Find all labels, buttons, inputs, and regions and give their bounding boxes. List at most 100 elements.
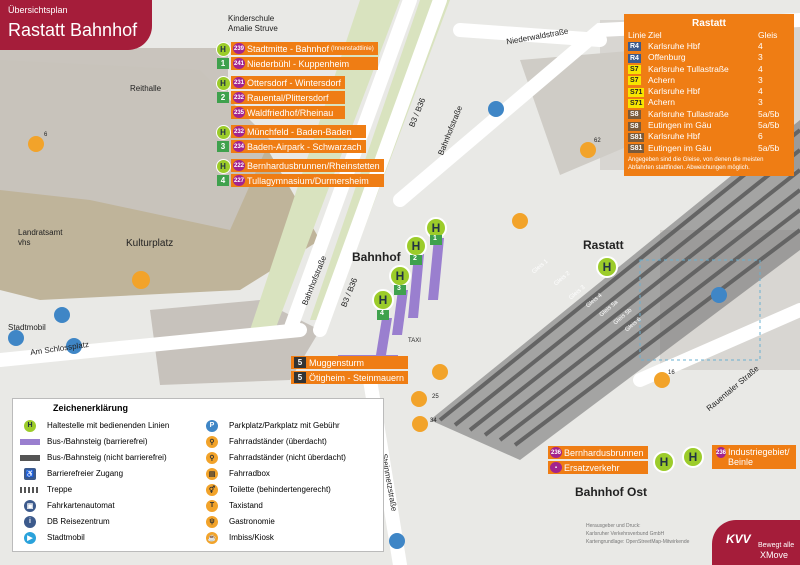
bike-covered-icon: ⚲: [206, 435, 218, 448]
route-line[interactable]: 227 Tullagymnasium/Durmersheim: [231, 174, 384, 187]
map-label-amalie: Amalie Struve: [228, 24, 278, 33]
stop-number: 2: [217, 92, 229, 103]
map-label-landratsamt: Landratsamt: [18, 228, 63, 237]
route-line[interactable]: 5 Ötigheim - Steinmauern: [291, 371, 409, 384]
departure-row: S81 Karlsruhe Hbf 6: [628, 131, 790, 142]
bus-number: 232: [233, 92, 245, 103]
route-text: Muggensturm: [309, 357, 365, 368]
line-badge: R4: [628, 53, 641, 63]
departure-row: S7 Karlsruhe Tullastraße 4: [628, 63, 790, 75]
map-label-reithalle: Reithalle: [130, 84, 162, 93]
travel-center-icon: i: [24, 515, 36, 528]
route-line[interactable]: ▪ Ersatzverkehr: [548, 461, 648, 474]
track: 6: [758, 131, 763, 142]
route-line[interactable]: 239 Stadtmitte - Bahnhof (Innenstadtlinie): [231, 42, 378, 55]
route-line[interactable]: 231 Ottersdorf - Wintersdorf: [231, 76, 346, 89]
route-line[interactable]: 234 Baden-Airpark - Schwarzach: [231, 140, 366, 153]
destination: Karlsruhe Hbf: [648, 40, 700, 51]
map-label-kulturplatz: Kulturplatz: [126, 238, 174, 249]
legend-label: Gastronomie: [229, 517, 275, 526]
xmove-label: XMove: [760, 550, 789, 560]
ticket-machine-icon: ▣: [24, 499, 36, 512]
bike-count-6: 6: [44, 132, 48, 138]
bus-number: 227: [233, 175, 245, 186]
legend-item: ⚲ Fahrradständer (nicht überdacht): [201, 451, 346, 464]
route-line[interactable]: 232 Münchfeld - Baden-Baden: [231, 125, 366, 138]
destination: Karlsruhe Hbf: [648, 131, 700, 142]
destination: Offenburg: [648, 52, 686, 63]
route-text: Münchfeld - Baden-Baden: [247, 126, 352, 137]
line-badge: S81: [628, 144, 645, 154]
kiosk-icon: ☕: [206, 531, 218, 544]
bus-number: 239: [233, 43, 245, 54]
departure-row: S8 Karlsruhe Tullastraße 5a/5b: [628, 108, 790, 120]
departure-row: S71 Karlsruhe Hbf 4: [628, 85, 790, 97]
destination: Karlsruhe Tullastraße: [648, 63, 729, 74]
route-text: Ersatzverkehr: [564, 462, 620, 473]
bus-number: 241: [233, 58, 245, 69]
route-note: (Innenstadtlinie): [331, 45, 374, 52]
legend-item: ⚲ Fahrradständer (überdacht): [201, 435, 327, 448]
svg-text:H: H: [689, 450, 698, 464]
route-line[interactable]: 232 Rauental/Plittersdorf: [231, 91, 346, 104]
credit-line-3: Kartengrundlage: OpenStreetMap-Mitwirken…: [586, 539, 690, 545]
route-line[interactable]: 5 Muggensturm: [291, 356, 409, 369]
ost-route-right[interactable]: 236 Industriegebiet/ Beinle: [712, 445, 796, 469]
route-line[interactable]: 235 Waldfriedhof/Rheinau: [231, 106, 346, 119]
map-label-vhs: vhs: [18, 238, 31, 247]
legend-label: Fahrkartenautomat: [47, 501, 115, 510]
departure-row: S8 Eutingen im Gäu 5a/5b: [628, 119, 790, 131]
title-box: Übersichtsplan Rastatt Bahnhof: [0, 0, 152, 50]
credit-line-1: Herausgeber und Druck:: [586, 523, 641, 529]
route-line[interactable]: 241 Niederbühl - Kuppenheim: [231, 57, 378, 70]
legend-item: ⚥ Toilette (behindertengerecht): [201, 483, 331, 496]
platform-1-number: 1: [433, 235, 437, 242]
route-list: H 1 239 Stadtmitte - Bahnhof (Innenstadtlin…: [215, 42, 390, 193]
route-group-4: H4 222 Bernhardusbrunnen/Rheinstetten 227…: [215, 159, 390, 189]
line-badge: S8: [628, 110, 641, 120]
bike-count-34: 34: [430, 418, 437, 424]
line-badge: S71: [628, 98, 645, 108]
stop-number: 5: [294, 372, 306, 383]
map-label-bahnhof-ost: Bahnhof Ost: [575, 485, 647, 499]
bus-number: 222: [233, 160, 245, 171]
departure-row: R4 Offenburg 3: [628, 52, 790, 63]
stop-number: 1: [217, 58, 229, 69]
header-gleis: Gleis: [758, 29, 778, 40]
map-label-taxi: TAXI: [408, 338, 421, 344]
stop-h-icon: H: [215, 159, 231, 174]
taxi-icon: T: [206, 499, 218, 512]
bike-count-25: 25: [432, 394, 439, 400]
platform-accessible-icon: [20, 438, 40, 445]
bus-number: 236: [716, 447, 727, 458]
route-group-3: H3 232 Münchfeld - Baden-Baden 234 Baden-A…: [215, 125, 390, 155]
platform-non-accessible-icon: [20, 454, 40, 461]
legend-label: DB Reisezentrum: [47, 517, 110, 526]
route-text: Waldfriedhof/Rheinau: [247, 107, 334, 118]
destination: Eutingen im Gäu: [648, 120, 712, 131]
departure-table: Rastatt Linie Ziel Gleis R4 Karlsruhe Hbf…: [624, 14, 794, 177]
legend-item: P Parkplatz/Parkplatz mit Gebühr: [201, 419, 340, 432]
stop-number: 4: [217, 175, 229, 186]
legend-item: ☕ Imbiss/Kiosk: [201, 531, 274, 544]
route-line[interactable]: 222 Bernhardusbrunnen/Rheinstetten: [231, 159, 384, 172]
route-line[interactable]: 236 Bernhardusbrunnen: [548, 446, 648, 459]
title-subtitle: Übersichtsplan: [8, 5, 68, 15]
platform-3-number: 3: [397, 285, 401, 292]
legend-label: Barrierefreier Zugang: [47, 469, 124, 478]
svg-text:H: H: [660, 455, 669, 469]
replacement-icon: ▪: [550, 462, 562, 473]
svg-text:H: H: [412, 239, 421, 253]
route-text: Bernhardusbrunnen/Rheinstetten: [247, 160, 380, 171]
stop-h-icon: H: [215, 76, 231, 91]
legend-label: Fahrradständer (nicht überdacht): [229, 453, 346, 462]
departure-row: R4 Karlsruhe Hbf 4: [628, 40, 790, 52]
route-text: Industriegebiet/ Beinle: [728, 447, 790, 467]
departure-row: S7 Achern 3: [628, 74, 790, 86]
route-text: Ötigheim - Steinmauern: [309, 372, 405, 383]
credit-line-2: Karlsruher Verkehrsverbund GmbH: [586, 531, 665, 537]
track: 4: [758, 86, 763, 97]
bus-number: 231: [233, 77, 245, 88]
line-badge: S7: [628, 76, 641, 86]
stop-h-icon: H: [215, 125, 231, 140]
